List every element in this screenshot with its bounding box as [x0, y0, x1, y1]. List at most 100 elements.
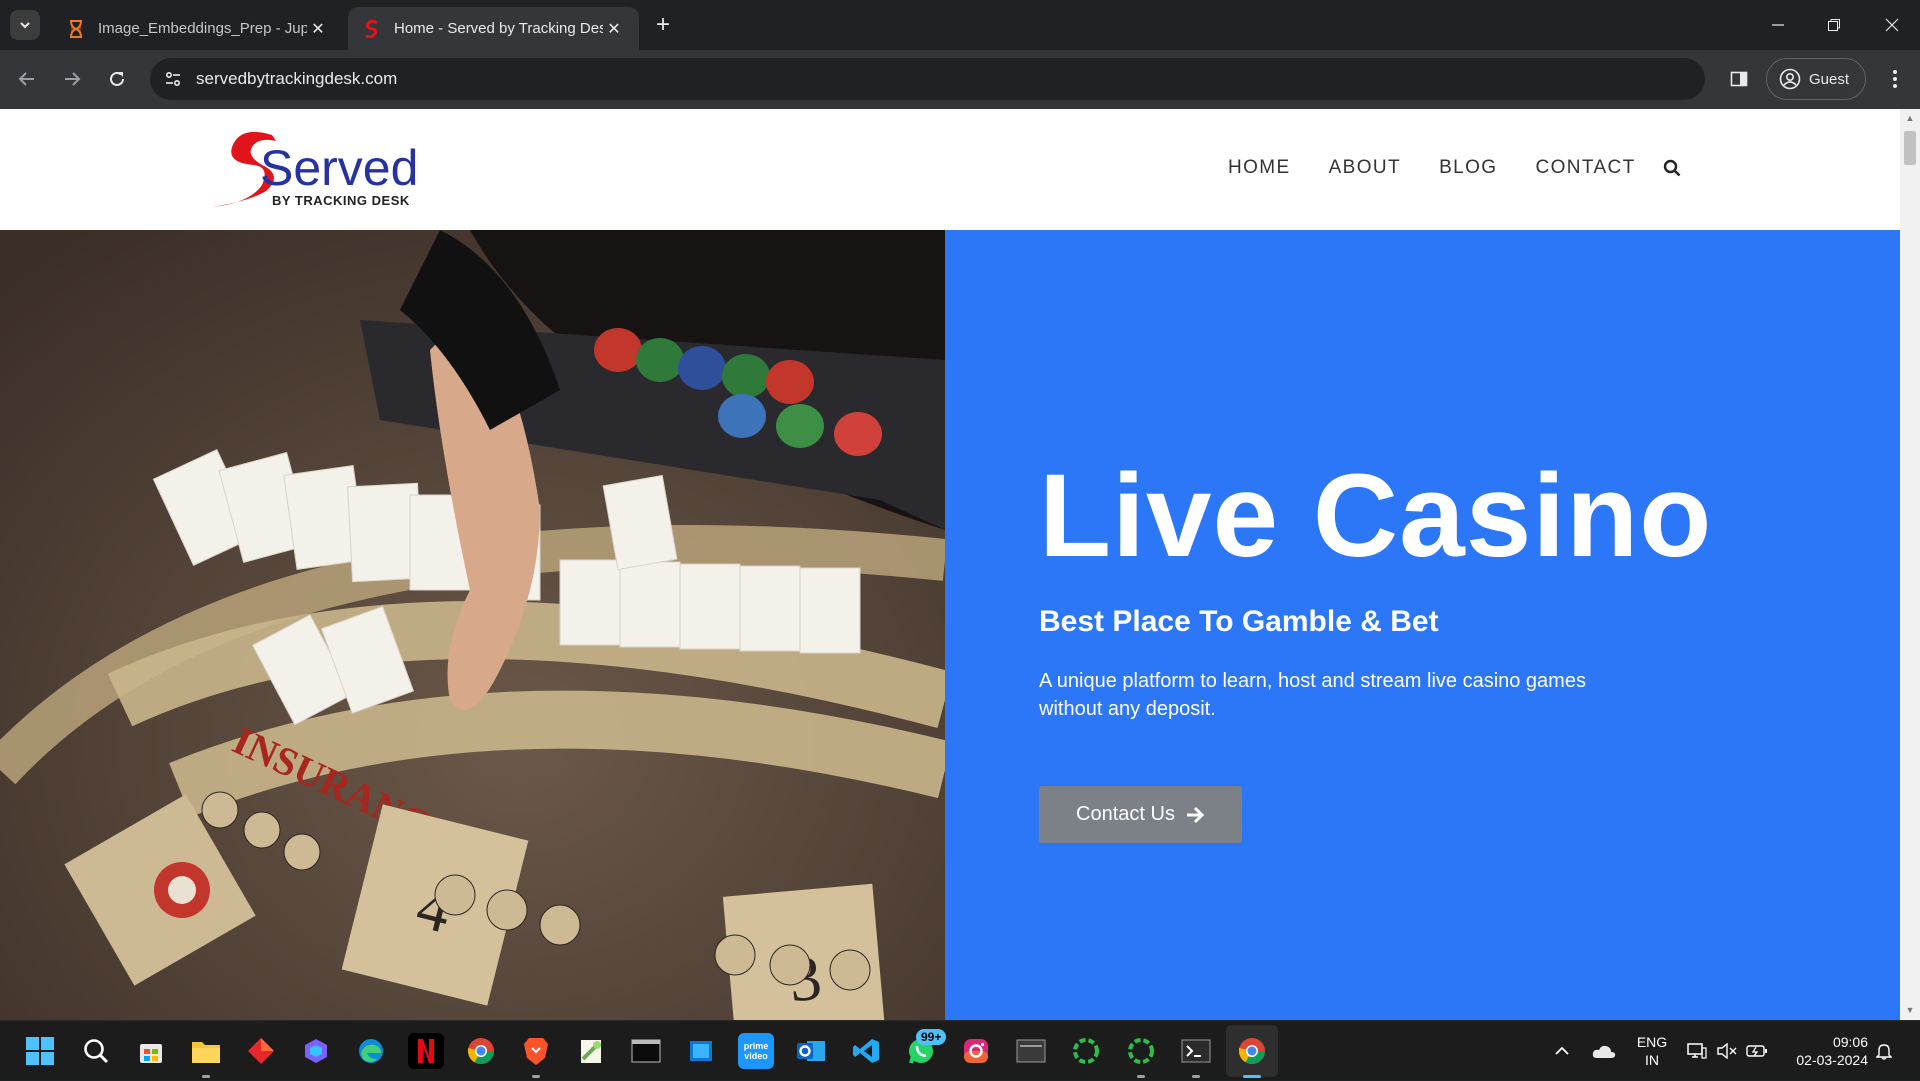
- clock-date: 02-03-2024: [1796, 1052, 1868, 1068]
- scroll-up-icon[interactable]: ▲: [1905, 113, 1915, 123]
- region-code: IN: [1645, 1052, 1659, 1068]
- side-panel-button[interactable]: [1724, 64, 1754, 94]
- network-icon[interactable]: [1684, 1021, 1710, 1081]
- outlook-icon[interactable]: [793, 1033, 829, 1069]
- side-panel-icon: [1730, 71, 1748, 87]
- search-icon[interactable]: [78, 1033, 114, 1069]
- tray-overflow-button[interactable]: [1550, 1021, 1574, 1081]
- browser-tabstrip: Image_Embeddings_Prep - Jupy ✕ Home - Se…: [0, 0, 1920, 50]
- nav-blog[interactable]: BLOG: [1439, 157, 1497, 179]
- windows-start-icon[interactable]: [22, 1033, 58, 1069]
- edge-icon[interactable]: [353, 1033, 389, 1069]
- running-indicator: [1192, 1075, 1200, 1078]
- main-nav: HOME ABOUT BLOG CONTACT: [1228, 157, 1674, 179]
- profile-button[interactable]: Guest: [1766, 58, 1866, 100]
- forward-button[interactable]: [57, 64, 87, 94]
- instagram-icon[interactable]: [958, 1033, 994, 1069]
- reload-icon: [110, 71, 124, 86]
- chrome-active-icon[interactable]: [1234, 1033, 1270, 1069]
- search-icon: [1663, 159, 1681, 177]
- jupyter-hourglass-icon: [66, 19, 86, 39]
- chevron-down-icon: [20, 22, 30, 29]
- minimize-button[interactable]: [1750, 0, 1806, 50]
- running-indicator: [532, 1075, 540, 1078]
- url-text: servedbytrackingdesk.com: [196, 69, 398, 88]
- close-icon: [1885, 18, 1899, 32]
- site-logo[interactable]: Served BY TRACKING DESK: [210, 129, 420, 211]
- logo-word: Served: [260, 140, 418, 196]
- hero-section: Live Casino Best Place To Gamble & Bet A…: [945, 230, 1900, 1020]
- language-indicator[interactable]: ENG IN: [1632, 1033, 1672, 1069]
- page-scrollbar[interactable]: ▲ ▼: [1900, 109, 1920, 1020]
- chevron-up-icon: [1555, 1046, 1569, 1055]
- close-window-button[interactable]: [1864, 0, 1920, 50]
- site-header: Served BY TRACKING DESK HOME ABOUT BLOG …: [0, 109, 1900, 230]
- hero-description: A unique platform to learn, host and str…: [1039, 670, 1586, 720]
- site-search-button[interactable]: [1663, 159, 1683, 179]
- clock-time: 09:06: [1832, 1034, 1868, 1050]
- svg-text:video: video: [744, 1051, 768, 1061]
- notepad-plus-icon[interactable]: [573, 1033, 609, 1069]
- app-diamond-icon[interactable]: [243, 1033, 279, 1069]
- back-button[interactable]: [12, 64, 42, 94]
- onedrive-icon[interactable]: [1590, 1021, 1618, 1081]
- reload-button[interactable]: [102, 64, 132, 94]
- profile-icon: [1779, 68, 1801, 90]
- tab-search-button[interactable]: [10, 10, 40, 40]
- scroll-down-icon[interactable]: ▼: [1905, 1005, 1915, 1015]
- spinner-icon-2[interactable]: [1123, 1033, 1159, 1069]
- vm-icon[interactable]: [1013, 1033, 1049, 1069]
- whatsapp-badge: 99+: [916, 1029, 947, 1045]
- tab-title: Image_Embeddings_Prep - Jupy: [98, 20, 307, 37]
- restore-icon: [1828, 19, 1840, 31]
- browser-menu-button[interactable]: [1880, 64, 1910, 94]
- active-indicator: [1243, 1075, 1261, 1078]
- restore-button[interactable]: [1806, 0, 1862, 50]
- copilot-icon[interactable]: [298, 1033, 334, 1069]
- address-bar[interactable]: servedbytrackingdesk.com: [150, 58, 1705, 100]
- netflix-icon[interactable]: [408, 1033, 444, 1069]
- contact-us-button[interactable]: Contact Us: [1039, 786, 1242, 843]
- terminal-icon[interactable]: [628, 1033, 664, 1069]
- running-indicator: [202, 1075, 210, 1078]
- close-icon[interactable]: ✕: [603, 18, 625, 40]
- windows-taskbar: prime video 99+ ENG IN 09:06 02-03-2024: [0, 1020, 1920, 1080]
- tab-jupyter[interactable]: Image_Embeddings_Prep - Jupy ✕: [52, 7, 343, 50]
- chrome-icon[interactable]: [463, 1033, 499, 1069]
- arrow-right-icon: [1186, 806, 1205, 823]
- windows-app-icon[interactable]: [683, 1033, 719, 1069]
- powershell-icon[interactable]: [1178, 1033, 1214, 1069]
- tab-title: Home - Served by Tracking Des: [394, 20, 603, 37]
- volume-muted-icon[interactable]: [1714, 1021, 1740, 1081]
- minimize-icon: [1772, 24, 1784, 26]
- page-viewport: Served BY TRACKING DESK HOME ABOUT BLOG …: [0, 109, 1900, 1020]
- profile-label: Guest: [1809, 70, 1850, 88]
- tab-served-home[interactable]: Home - Served by Tracking Des ✕: [348, 7, 639, 50]
- nav-home[interactable]: HOME: [1228, 157, 1291, 179]
- site-info-icon[interactable]: [162, 68, 184, 90]
- prime-video-icon[interactable]: prime video: [738, 1033, 774, 1069]
- arrow-right-icon: [65, 72, 81, 86]
- new-tab-button[interactable]: +: [650, 12, 676, 38]
- served-s-icon: [362, 19, 382, 39]
- battery-icon[interactable]: [1744, 1021, 1770, 1081]
- close-icon[interactable]: ✕: [307, 18, 329, 40]
- notifications-icon[interactable]: [1872, 1021, 1896, 1081]
- nav-about[interactable]: ABOUT: [1329, 157, 1401, 179]
- browser-toolbar: servedbytrackingdesk.com Guest: [0, 50, 1920, 109]
- nav-contact[interactable]: CONTACT: [1535, 157, 1635, 179]
- svg-text:prime: prime: [744, 1041, 769, 1051]
- system-clock[interactable]: 09:06 02-03-2024: [1778, 1033, 1868, 1069]
- logo-subtitle: BY TRACKING DESK: [272, 193, 410, 208]
- scrollbar-thumb[interactable]: [1904, 131, 1916, 165]
- vscode-icon[interactable]: [848, 1033, 884, 1069]
- contact-us-label: Contact Us: [1076, 803, 1175, 825]
- hero-title: Live Casino: [1039, 450, 1713, 582]
- spinner-icon-1[interactable]: [1068, 1033, 1104, 1069]
- running-indicator: [1137, 1075, 1145, 1078]
- arrow-left-icon: [18, 72, 34, 86]
- brave-icon[interactable]: [518, 1033, 554, 1069]
- hero-image: INSURANCE 4: [0, 230, 945, 1020]
- file-explorer-icon[interactable]: [188, 1033, 224, 1069]
- microsoft-store-icon[interactable]: [133, 1033, 169, 1069]
